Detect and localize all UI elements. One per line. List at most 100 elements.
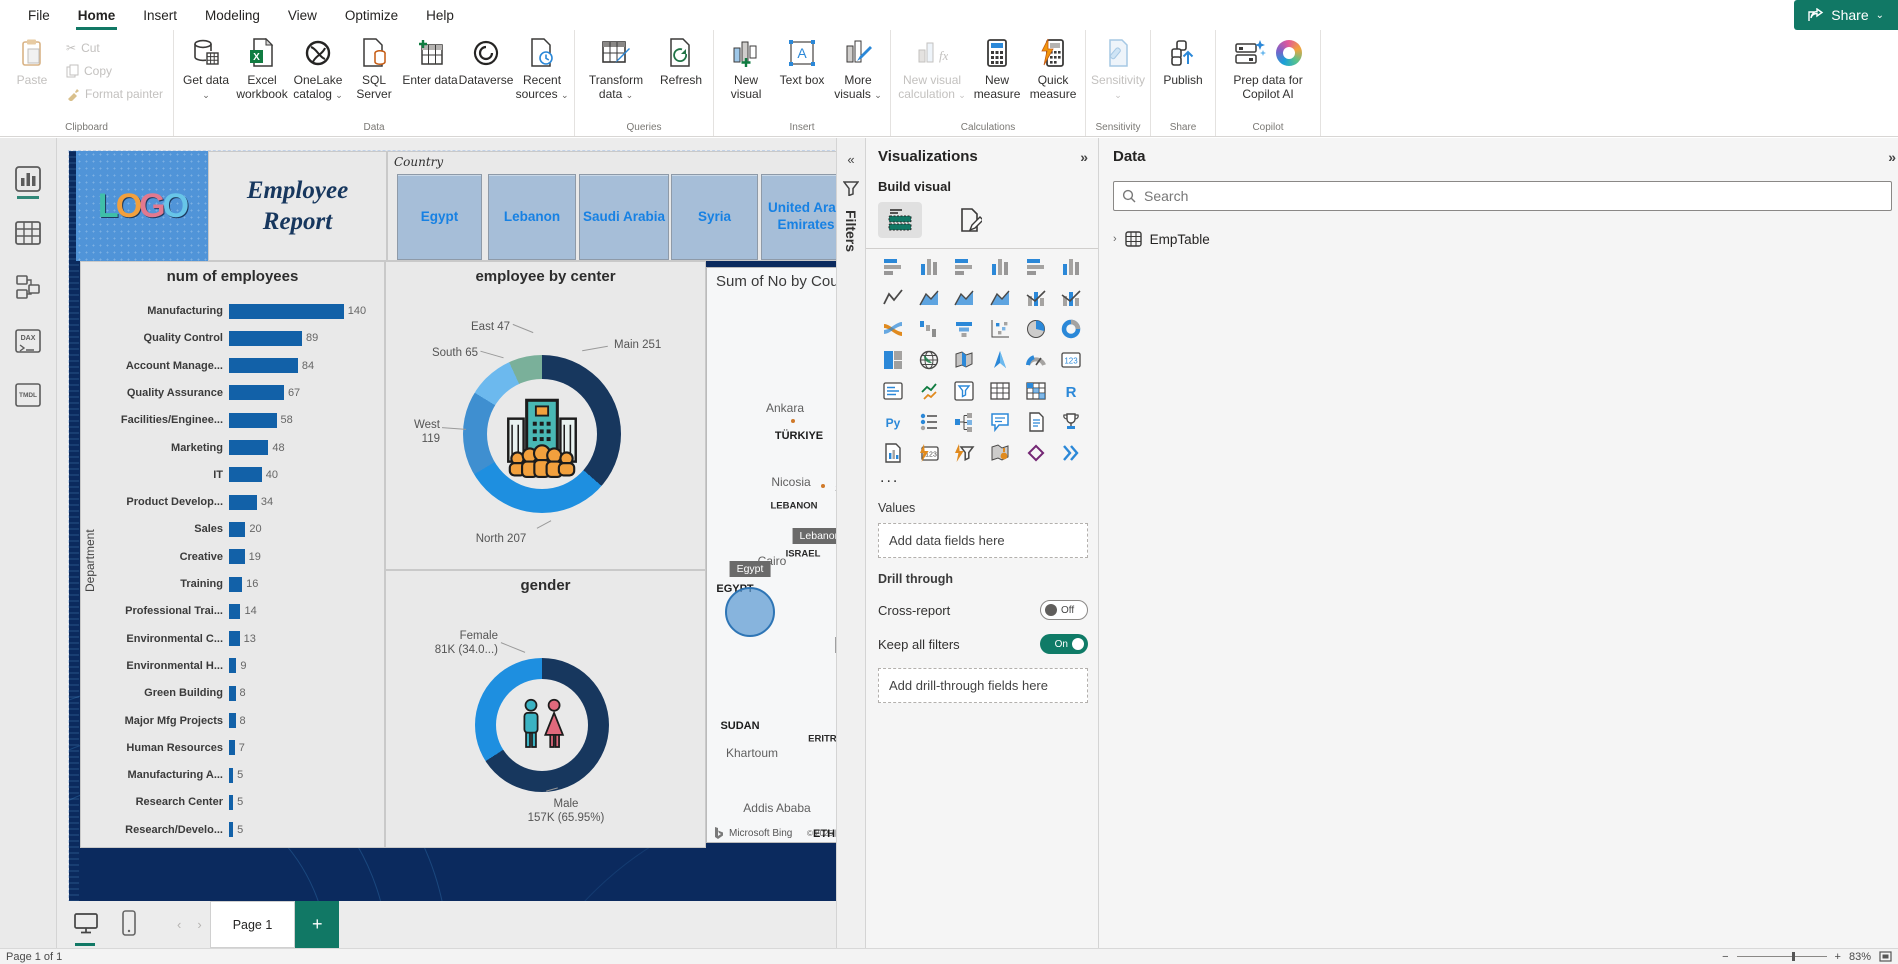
menu-help[interactable]: Help bbox=[412, 3, 468, 28]
add-drill-through-fields-well[interactable]: Add drill-through fields here bbox=[878, 668, 1088, 703]
zoom-in-control[interactable]: + bbox=[1835, 951, 1841, 963]
bar[interactable] bbox=[229, 494, 257, 510]
zoom-slider[interactable] bbox=[1736, 952, 1827, 961]
excel-workbook-button[interactable]: X Excel workbook bbox=[234, 32, 290, 120]
text-box-button[interactable]: A Text box bbox=[774, 32, 830, 120]
collapse-visualizations-chevron[interactable]: » bbox=[1080, 149, 1088, 165]
scatter-chart-icon[interactable] bbox=[985, 317, 1015, 341]
waterfall-chart-icon[interactable] bbox=[914, 317, 944, 341]
onelake-catalog-button[interactable]: OneLake catalog ⌄ bbox=[290, 32, 346, 120]
sql-server-button[interactable]: SQL Server bbox=[346, 32, 402, 120]
area-chart-icon[interactable] bbox=[914, 286, 944, 310]
power-automate-icon[interactable] bbox=[1056, 441, 1086, 465]
data-search-input[interactable]: Search bbox=[1113, 181, 1892, 211]
mobile-layout-icon[interactable] bbox=[121, 909, 147, 940]
decomposition-tree-icon[interactable] bbox=[949, 410, 979, 434]
bar[interactable] bbox=[229, 631, 240, 647]
paginated-report-icon[interactable] bbox=[878, 441, 908, 465]
bar-row-9[interactable]: Creative 19 bbox=[81, 546, 384, 568]
bar-row-13[interactable]: Environmental H... 9 bbox=[81, 655, 384, 677]
prep-data-copilot-button[interactable]: Prep data for Copilot AI bbox=[1220, 32, 1316, 120]
publish-button[interactable]: Publish bbox=[1155, 32, 1211, 120]
sensitivity-button[interactable]: Sensitivity ⌄ bbox=[1090, 32, 1146, 120]
bar[interactable] bbox=[229, 385, 284, 401]
funnel-chart-icon[interactable] bbox=[949, 317, 979, 341]
bar[interactable] bbox=[229, 330, 302, 346]
smart-narrative-icon[interactable] bbox=[1021, 410, 1051, 434]
country-option-saudi-arabia[interactable]: Saudi Arabia bbox=[579, 174, 669, 260]
map-icon[interactable] bbox=[914, 348, 944, 372]
bar[interactable] bbox=[229, 467, 262, 483]
new-measure-button[interactable]: New measure bbox=[969, 32, 1025, 120]
100-stacked-column-chart-icon[interactable] bbox=[1056, 255, 1086, 279]
donut-chart-icon[interactable] bbox=[1056, 317, 1086, 341]
bar-row-18[interactable]: Research Center 5 bbox=[81, 791, 384, 813]
tab-page-1[interactable]: Page 1 bbox=[209, 901, 296, 948]
menu-insert[interactable]: Insert bbox=[129, 3, 191, 28]
bar-row-19[interactable]: Research/Develo... 5 bbox=[81, 819, 384, 841]
qa-visual-icon[interactable] bbox=[985, 410, 1015, 434]
stacked-column-chart-icon[interactable] bbox=[914, 255, 944, 279]
tab-format-visual[interactable] bbox=[948, 202, 992, 238]
bar-row-3[interactable]: Quality Assurance 67 bbox=[81, 382, 384, 404]
bar[interactable] bbox=[229, 412, 277, 428]
bar[interactable] bbox=[229, 440, 269, 455]
filled-map-icon[interactable] bbox=[949, 348, 979, 372]
bar-row-8[interactable]: Sales 20 bbox=[81, 518, 384, 540]
power-apps-icon[interactable] bbox=[1021, 441, 1051, 465]
share-button[interactable]: Share ⌄ bbox=[1794, 0, 1898, 30]
line-chart-icon[interactable] bbox=[878, 286, 908, 310]
desktop-layout-icon[interactable] bbox=[73, 910, 99, 946]
bar-row-7[interactable]: Product Develop... 34 bbox=[81, 491, 384, 513]
table-item-emptable[interactable]: › EmpTable bbox=[1113, 231, 1892, 247]
country-option-lebanon[interactable]: Lebanon bbox=[488, 174, 576, 260]
next-page-arrow[interactable]: › bbox=[197, 917, 201, 932]
bar-row-14[interactable]: Green Building 8 bbox=[81, 682, 384, 704]
matrix-icon[interactable] bbox=[1021, 379, 1051, 403]
more-visual-options[interactable]: ... bbox=[880, 469, 1088, 487]
expand-table-chevron[interactable]: › bbox=[1113, 233, 1117, 245]
transform-data-button[interactable]: Transform data ⌄ bbox=[579, 32, 653, 120]
cross-report-toggle[interactable]: Off bbox=[1040, 600, 1088, 620]
bar-row-5[interactable]: Marketing 48 bbox=[81, 437, 384, 459]
map-bubble-egypt[interactable] bbox=[725, 587, 775, 637]
report-view-icon[interactable] bbox=[15, 166, 41, 199]
table-view-icon[interactable] bbox=[15, 220, 41, 246]
recent-sources-button[interactable]: Recent sources ⌄ bbox=[514, 32, 570, 120]
add-page-button[interactable]: + bbox=[295, 901, 340, 948]
bar-row-10[interactable]: Training 16 bbox=[81, 573, 384, 595]
menu-home[interactable]: Home bbox=[64, 3, 130, 30]
country-option-syria[interactable]: Syria bbox=[671, 174, 758, 260]
bar-row-0[interactable]: Manufacturing 140 bbox=[81, 300, 384, 322]
bar-row-1[interactable]: Quality Control 89 bbox=[81, 327, 384, 349]
format-painter-button[interactable]: Format painter bbox=[60, 86, 169, 102]
tmdl-view-icon[interactable]: TMDL bbox=[15, 382, 41, 408]
bar-row-16[interactable]: Human Resources 7 bbox=[81, 737, 384, 759]
ribbon-chart-icon[interactable] bbox=[878, 317, 908, 341]
table-icon[interactable] bbox=[985, 379, 1015, 403]
new-slicer-icon[interactable] bbox=[914, 410, 944, 434]
bar[interactable] bbox=[229, 303, 344, 319]
bar[interactable] bbox=[229, 658, 237, 674]
pie-chart-icon[interactable] bbox=[1021, 317, 1051, 341]
bar-row-12[interactable]: Environmental C... 13 bbox=[81, 628, 384, 650]
bar-row-6[interactable]: IT 40 bbox=[81, 464, 384, 486]
power-automate-filter-icon[interactable] bbox=[949, 441, 979, 465]
country-option-egypt[interactable]: Egypt bbox=[397, 174, 482, 260]
arcgis-map-icon[interactable] bbox=[985, 441, 1015, 465]
filled-area-chart-icon[interactable] bbox=[985, 286, 1015, 310]
bar[interactable] bbox=[229, 576, 243, 592]
menu-view[interactable]: View bbox=[274, 3, 331, 28]
slicer-icon[interactable] bbox=[949, 379, 979, 403]
bar-row-4[interactable]: Facilities/Enginee... 58 bbox=[81, 409, 384, 431]
stacked-area-chart-icon[interactable] bbox=[949, 286, 979, 310]
clustered-bar-chart-icon[interactable] bbox=[949, 255, 979, 279]
model-view-icon[interactable] bbox=[15, 274, 41, 300]
dax-query-view-icon[interactable]: DAX bbox=[15, 328, 41, 354]
country-option-united-arab-emirates[interactable]: United Arab Emirates bbox=[761, 174, 836, 260]
prev-page-arrow[interactable]: ‹ bbox=[177, 917, 181, 932]
power-automate-123-icon[interactable]: 123 bbox=[914, 441, 944, 465]
python-visual-icon[interactable]: Py bbox=[878, 410, 908, 434]
new-visual-calculation-button[interactable]: fx New visual calculation ⌄ bbox=[895, 32, 969, 120]
100-stacked-bar-chart-icon[interactable] bbox=[1021, 255, 1051, 279]
